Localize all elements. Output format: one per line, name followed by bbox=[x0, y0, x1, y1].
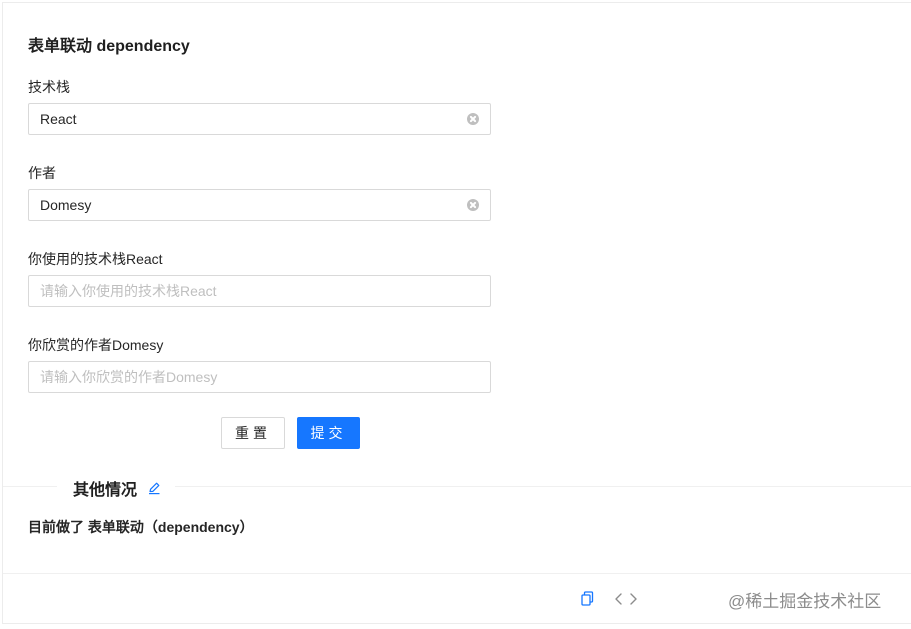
reset-button[interactable]: 重置 bbox=[221, 417, 285, 449]
used-stack-placeholder: 请输入你使用的技术栈React bbox=[40, 283, 217, 299]
clear-icon[interactable] bbox=[467, 113, 479, 125]
footer-divider bbox=[3, 573, 911, 574]
code-icon[interactable] bbox=[614, 591, 638, 607]
watermark: @稀土掘金技术社区 bbox=[728, 592, 882, 611]
author-label: 作者 bbox=[28, 165, 56, 181]
divider-line-right bbox=[175, 486, 911, 487]
submit-button[interactable]: 提交 bbox=[297, 417, 360, 449]
author-value: Domesy bbox=[40, 197, 92, 213]
tech-stack-select[interactable]: React bbox=[28, 103, 491, 135]
copy-icon[interactable] bbox=[581, 591, 595, 607]
form-title: 表单联动 dependency bbox=[28, 38, 190, 55]
clear-icon[interactable] bbox=[467, 199, 479, 211]
divider-line-left bbox=[3, 486, 57, 487]
demo-card: 表单联动 dependency 技术栈 React 作者 Domesy 你使用的… bbox=[2, 2, 911, 624]
author-select[interactable]: Domesy bbox=[28, 189, 491, 221]
section-title: 其他情况 bbox=[73, 482, 138, 499]
tech-stack-value: React bbox=[40, 111, 77, 127]
admired-author-input[interactable]: 请输入你欣赏的作者Domesy bbox=[28, 361, 491, 393]
section-heading: 其他情况 bbox=[73, 476, 161, 500]
tech-stack-label: 技术栈 bbox=[28, 79, 70, 95]
edit-icon[interactable] bbox=[147, 481, 161, 495]
admired-author-label: 你欣赏的作者Domesy bbox=[28, 337, 164, 353]
used-stack-label: 你使用的技术栈React bbox=[28, 251, 163, 267]
admired-author-placeholder: 请输入你欣赏的作者Domesy bbox=[40, 369, 218, 385]
used-stack-input[interactable]: 请输入你使用的技术栈React bbox=[28, 275, 491, 307]
section-description: 目前做了 表单联动（dependency） bbox=[28, 519, 254, 535]
